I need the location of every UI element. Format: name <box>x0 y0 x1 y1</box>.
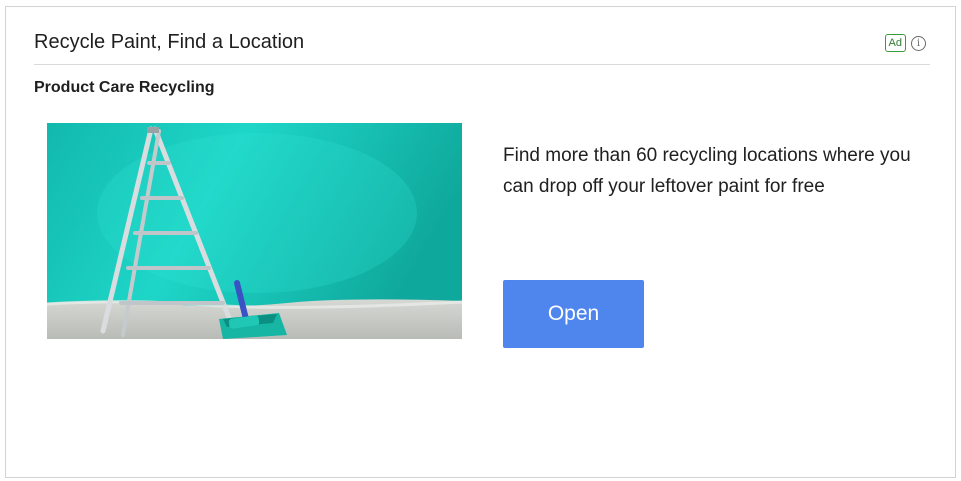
ad-card[interactable]: Recycle Paint, Find a Location Ad i Prod… <box>5 6 956 478</box>
ad-image[interactable] <box>47 123 462 339</box>
open-button[interactable]: Open <box>503 280 644 348</box>
info-icon[interactable]: i <box>911 35 926 51</box>
ad-description: Find more than 60 recycling locations wh… <box>503 145 911 197</box>
ad-headline[interactable]: Recycle Paint, Find a Location <box>34 31 304 54</box>
ad-header: Recycle Paint, Find a Location Ad i <box>34 25 930 65</box>
ad-badge: Ad <box>884 34 906 52</box>
advertiser-name: Product Care Recycling <box>34 79 215 96</box>
ad-badge-group: Ad i <box>884 34 926 52</box>
